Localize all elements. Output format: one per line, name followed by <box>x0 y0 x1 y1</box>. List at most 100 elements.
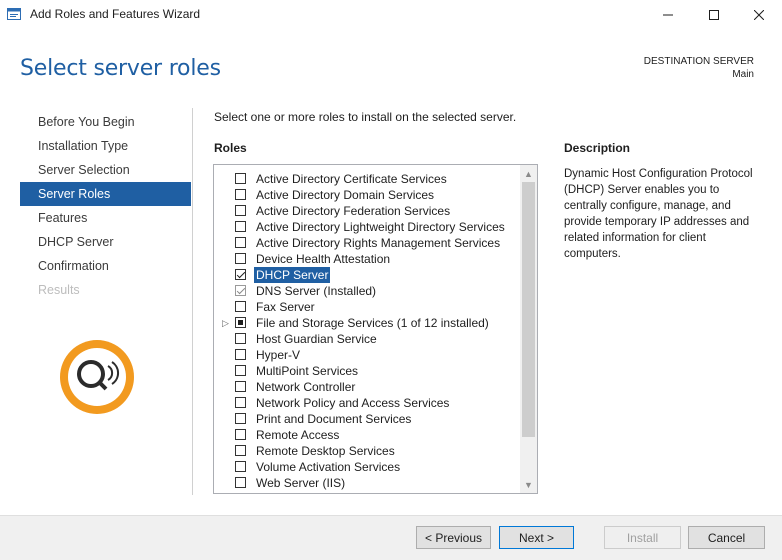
roles-list-items: Active Directory Certificate Services Act… <box>214 171 520 491</box>
role-item[interactable]: Remote Access <box>214 427 520 443</box>
role-label: Device Health Attestation <box>256 252 391 266</box>
role-item[interactable]: Volume Activation Services <box>214 459 520 475</box>
nav-item-before-you-begin[interactable]: Before You Begin <box>20 110 191 134</box>
destination-server-value: Main <box>732 69 754 80</box>
role-checkbox[interactable] <box>235 429 246 440</box>
role-item[interactable]: MultiPoint Services <box>214 363 520 379</box>
maximize-icon <box>709 10 719 20</box>
role-item[interactable]: Network Policy and Access Services <box>214 395 520 411</box>
role-item[interactable]: Active Directory Domain Services <box>214 187 520 203</box>
nav-item-installation-type[interactable]: Installation Type <box>20 134 191 158</box>
role-checkbox[interactable] <box>235 237 246 248</box>
install-button[interactable]: Install <box>604 526 681 549</box>
nav-item-features[interactable]: Features <box>20 206 191 230</box>
role-item[interactable]: Active Directory Lightweight Directory S… <box>214 219 520 235</box>
nav-item-server-selection[interactable]: Server Selection <box>20 158 191 182</box>
role-checkbox[interactable] <box>235 381 246 392</box>
role-label: Print and Document Services <box>256 412 412 426</box>
role-checkbox[interactable] <box>235 173 246 184</box>
role-label: Active Directory Domain Services <box>256 188 435 202</box>
role-label: Remote Access <box>256 428 340 442</box>
role-checkbox[interactable] <box>235 221 246 232</box>
role-item[interactable]: Web Server (IIS) <box>214 475 520 491</box>
next-button[interactable]: Next > <box>499 526 574 549</box>
role-item[interactable]: DHCP Server <box>214 267 520 283</box>
role-item[interactable]: DNS Server (Installed) <box>214 283 520 299</box>
instruction-text: Select one or more roles to install on t… <box>214 110 517 124</box>
role-label: Web Server (IIS) <box>256 476 346 490</box>
role-label: Network Controller <box>256 380 356 394</box>
chevron-down-icon: ▼ <box>524 479 533 490</box>
role-checkbox[interactable] <box>235 365 246 376</box>
server-manager-icon <box>7 8 21 20</box>
role-checkbox[interactable] <box>235 413 246 424</box>
minimize-icon <box>663 14 673 16</box>
roles-heading: Roles <box>214 141 247 155</box>
role-checkbox[interactable] <box>235 317 246 328</box>
roles-list[interactable]: Active Directory Certificate Services Act… <box>213 164 538 494</box>
close-icon <box>754 10 764 20</box>
wizard-step-nav: Before You Begin Installation Type Server … <box>20 110 191 302</box>
role-label: MultiPoint Services <box>256 364 359 378</box>
close-button[interactable] <box>736 0 782 30</box>
role-label: Remote Desktop Services <box>256 444 395 458</box>
role-checkbox[interactable] <box>235 253 246 264</box>
role-checkbox[interactable] <box>235 269 246 280</box>
role-item[interactable]: Active Directory Certificate Services <box>214 171 520 187</box>
role-item[interactable]: Active Directory Rights Management Servi… <box>214 235 520 251</box>
scroll-up-button[interactable]: ▲ <box>520 165 537 182</box>
role-label: Active Directory Lightweight Directory S… <box>256 220 505 234</box>
role-label: Hyper-V <box>256 348 301 362</box>
scroll-thumb[interactable] <box>522 182 535 437</box>
role-item[interactable]: Device Health Attestation <box>214 251 520 267</box>
role-checkbox[interactable] <box>235 285 246 296</box>
role-item[interactable]: Host Guardian Service <box>214 331 520 347</box>
role-item[interactable]: Hyper-V <box>214 347 520 363</box>
role-checkbox[interactable] <box>235 205 246 216</box>
roles-scrollbar[interactable]: ▲ ▼ <box>520 165 537 493</box>
role-label: Host Guardian Service <box>256 332 377 346</box>
watermark-logo <box>60 340 134 414</box>
maximize-button[interactable] <box>691 0 737 30</box>
minimize-button[interactable] <box>645 0 691 30</box>
role-label: Active Directory Certificate Services <box>256 172 447 186</box>
role-item[interactable]: Print and Document Services <box>214 411 520 427</box>
role-label: Fax Server <box>256 300 315 314</box>
role-checkbox[interactable] <box>235 189 246 200</box>
role-label: Active Directory Federation Services <box>256 204 451 218</box>
role-label: DHCP Server <box>254 267 331 283</box>
scroll-down-button[interactable]: ▼ <box>520 476 537 493</box>
nav-item-confirmation[interactable]: Confirmation <box>20 254 191 278</box>
expand-arrow-icon[interactable]: ▷ <box>222 315 229 331</box>
nav-item-results: Results <box>38 283 80 297</box>
role-item[interactable]: Fax Server <box>214 299 520 315</box>
role-checkbox[interactable] <box>235 397 246 408</box>
description-text: Dynamic Host Configuration Protocol (DHC… <box>564 168 753 260</box>
role-label: File and Storage Services (1 of 12 insta… <box>256 316 489 330</box>
nav-divider <box>192 108 193 495</box>
role-checkbox[interactable] <box>235 301 246 312</box>
nav-item-dhcp-server[interactable]: DHCP Server <box>20 230 191 254</box>
destination-server-label: DESTINATION SERVER <box>643 56 754 67</box>
role-label: DNS Server (Installed) <box>256 284 377 298</box>
title-bar: Add Roles and Features Wizard <box>0 0 782 30</box>
role-checkbox[interactable] <box>235 461 246 472</box>
role-checkbox[interactable] <box>235 445 246 456</box>
role-item[interactable]: Active Directory Federation Services <box>214 203 520 219</box>
role-checkbox[interactable] <box>235 349 246 360</box>
role-checkbox[interactable] <box>235 477 246 488</box>
window-title: Add Roles and Features Wizard <box>30 7 201 21</box>
role-label: Active Directory Rights Management Servi… <box>256 236 501 250</box>
nav-item-server-roles[interactable]: Server Roles <box>20 182 191 206</box>
role-item[interactable]: ▷ File and Storage Services (1 of 12 inst… <box>214 315 520 331</box>
role-label: Network Policy and Access Services <box>256 396 450 410</box>
role-item[interactable]: Network Controller <box>214 379 520 395</box>
role-item[interactable]: Remote Desktop Services <box>214 443 520 459</box>
page-title: Select server roles <box>20 56 221 81</box>
chevron-up-icon: ▲ <box>524 168 533 179</box>
role-label: Volume Activation Services <box>256 460 401 474</box>
description-heading: Description <box>564 141 631 155</box>
previous-button[interactable]: < Previous <box>416 526 491 549</box>
role-checkbox[interactable] <box>235 333 246 344</box>
cancel-button[interactable]: Cancel <box>688 526 765 549</box>
